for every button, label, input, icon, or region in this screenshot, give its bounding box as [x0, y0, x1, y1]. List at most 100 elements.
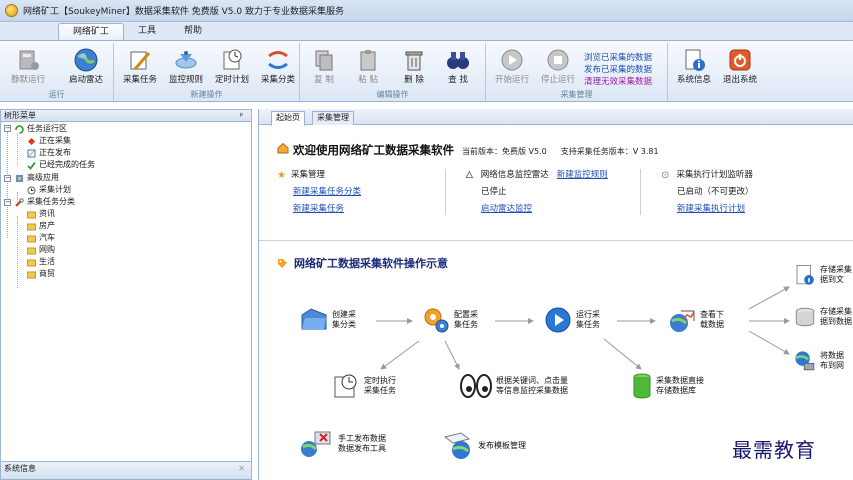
pin-icon[interactable]: ᵖ — [240, 110, 243, 121]
tab-help[interactable]: 帮助 — [170, 23, 216, 40]
tab-start-page[interactable]: 起始页 — [271, 111, 305, 126]
tree-item-completed[interactable]: 已经完成的任务 — [27, 160, 95, 170]
collect-category-button[interactable]: 采集分类 — [256, 47, 300, 91]
tab-tools[interactable]: 工具 — [124, 23, 170, 40]
timer-plan-button[interactable]: 定时计划 — [210, 47, 254, 91]
chart-globe-icon — [670, 310, 695, 332]
flow-view-download: 查看下 载数据 — [667, 305, 724, 335]
category-arrows-icon — [268, 51, 288, 69]
binoculars-icon — [447, 52, 469, 69]
clock-calendar-icon — [334, 374, 357, 398]
new-task-link[interactable]: 新建采集任务 — [293, 204, 344, 214]
app-icon — [5, 4, 18, 17]
play-blue-icon — [545, 307, 571, 333]
group-collect-mgmt: 开始运行 停止运行 浏览已采集的数据 发布已采集的数据 清理无效采集数据 采集管… — [486, 43, 668, 101]
home-icon — [277, 142, 289, 154]
tag-icon — [278, 258, 287, 268]
power-icon — [729, 49, 751, 71]
tree-item-category[interactable]: 商贸 — [27, 269, 55, 279]
tree-item-collect-plan[interactable]: 采集计划 — [27, 185, 71, 195]
play-icon — [501, 49, 523, 71]
app-box-icon — [16, 174, 23, 182]
new-category-link[interactable]: 新建采集任务分类 — [293, 187, 361, 197]
start-radar-button[interactable]: 启动雷达 — [64, 47, 108, 91]
copy-icon — [315, 50, 333, 71]
silent-run-button[interactable]: 静默运行 — [6, 47, 50, 91]
new-exec-plan-link[interactable]: 新建采集执行计划 — [677, 204, 745, 214]
tree-panel-header: 树形菜单 ᵖ — [1, 110, 251, 122]
folder-icon — [27, 235, 36, 242]
template-globe-icon — [443, 432, 471, 459]
tree-item-category[interactable]: 资讯 — [27, 209, 55, 219]
tab-collect-mgmt[interactable]: 采集管理 — [312, 111, 354, 125]
exit-system-button[interactable]: 退出系统 — [718, 47, 762, 91]
monitor-status: 已启动（不可更改） — [677, 187, 754, 197]
publish-doc-icon — [27, 149, 36, 157]
info-document-icon — [685, 49, 705, 71]
tree-item-task-category[interactable]: 采集任务分类 — [15, 197, 75, 207]
gear-config-icon — [424, 308, 449, 333]
globe-icon — [74, 48, 98, 72]
tree-item-category[interactable]: 房产 — [27, 221, 55, 231]
eyes-icon — [460, 374, 492, 398]
close-icon[interactable]: ✕ — [238, 462, 245, 476]
flow-store-db: 存储采集 据到数据 — [793, 305, 852, 329]
file-info-icon — [796, 265, 814, 285]
browse-collected-link[interactable]: 浏览已采集的数据 — [584, 52, 652, 64]
group-run: 静默运行 启动雷达 运行 — [0, 43, 114, 101]
flow-publish-web: 将数据 布到网 — [793, 349, 844, 373]
start-run-button[interactable]: 开始运行 — [490, 47, 534, 91]
tree-panel: 树形菜单 ᵖ − 任务运行区 正在采集 正在发布 已经完成的任务 − 高级应用 — [0, 109, 252, 480]
window-title: 网络矿工【SoukeyMiner】数据采集软件 免费版 V5.0 致力于专业数据… — [23, 7, 344, 17]
flow-keyword-monitor: 根据关键词、点击量 等信息监控采集数据 — [459, 371, 568, 401]
flow-publish-template: 发布模板管理 — [441, 431, 526, 461]
tree-item-category[interactable]: 汽车 — [27, 233, 55, 243]
flow-run-task: 运行采 集任务 — [543, 305, 600, 335]
folder-icon — [27, 271, 36, 278]
refresh-icon — [15, 124, 24, 134]
tools-icon — [15, 197, 24, 207]
clean-invalid-link[interactable]: 清理无效采集数据 — [584, 76, 652, 88]
tree-item-collecting[interactable]: 正在采集 — [27, 136, 71, 146]
stop-run-button[interactable]: 停止运行 — [536, 47, 580, 91]
system-info-button[interactable]: 系统信息 — [672, 47, 716, 91]
monitor-rule-button[interactable]: 监控规则 — [164, 47, 208, 91]
paste-clipboard-icon — [360, 50, 376, 71]
collect-task-button[interactable]: 采集任务 — [118, 47, 162, 91]
monitor-section: ⊙ 采集执行计划监听器 已启动（不可更改） 新建采集执行计划 — [661, 167, 754, 218]
watermark: 最需教育 — [732, 438, 816, 462]
database-icon — [795, 307, 815, 327]
gem-icon — [28, 137, 35, 145]
radar-section: 🜂 网络信息监控雷达 新建监控规则 已停止 启动雷达监控 — [465, 167, 608, 218]
publish-tool-icon — [301, 431, 331, 457]
pencil-paper-icon — [130, 51, 151, 70]
document-tabs: 起始页 采集管理 — [259, 109, 853, 126]
collapse-toggle[interactable]: − — [4, 175, 11, 182]
tree-item-advanced[interactable]: 高级应用 — [15, 173, 59, 183]
gear-icon: ⊙ — [661, 170, 670, 181]
tree-item-category[interactable]: 生活 — [27, 257, 55, 267]
new-monitor-rule-link[interactable]: 新建监控规则 — [557, 167, 608, 184]
group-system: 系统信息 退出系统 — [668, 43, 768, 101]
welcome-header: 欢迎使用网络矿工数据采集软件 当前版本：免费版 V5.0 支持采集任务版本：V … — [277, 142, 659, 158]
collapse-toggle[interactable]: − — [4, 199, 11, 206]
flow-timed-exec: 定时执行 采集任务 — [331, 371, 396, 401]
copy-button[interactable]: 复 制 — [302, 47, 346, 91]
radar-icon: 🜂 — [465, 170, 474, 181]
tab-miner[interactable]: 网络矿工 — [58, 23, 125, 40]
start-radar-link[interactable]: 启动雷达监控 — [481, 204, 532, 214]
delete-button[interactable]: 删 除 — [392, 47, 436, 91]
paste-button[interactable]: 粘 贴 — [346, 47, 390, 91]
tree-item-publishing[interactable]: 正在发布 — [27, 148, 71, 158]
tree-item-task-running[interactable]: 任务运行区 — [15, 124, 67, 134]
flow-config-task: 配置采 集任务 — [421, 305, 478, 335]
title-bar: 网络矿工【SoukeyMiner】数据采集软件 免费版 V5.0 致力于专业数据… — [0, 0, 853, 22]
publish-collected-link[interactable]: 发布已采集的数据 — [584, 64, 652, 76]
find-button[interactable]: 查 找 — [436, 47, 480, 91]
collect-mgmt-section: ★ 采集管理 新建采集任务分类 新建采集任务 — [277, 167, 361, 218]
radar-status: 已停止 — [481, 187, 507, 197]
tree-item-category[interactable]: 网购 — [27, 245, 55, 255]
folder-icon — [27, 247, 36, 254]
collapse-toggle[interactable]: − — [4, 125, 11, 132]
menu-bar: 网络矿工 工具 帮助 — [0, 22, 853, 40]
